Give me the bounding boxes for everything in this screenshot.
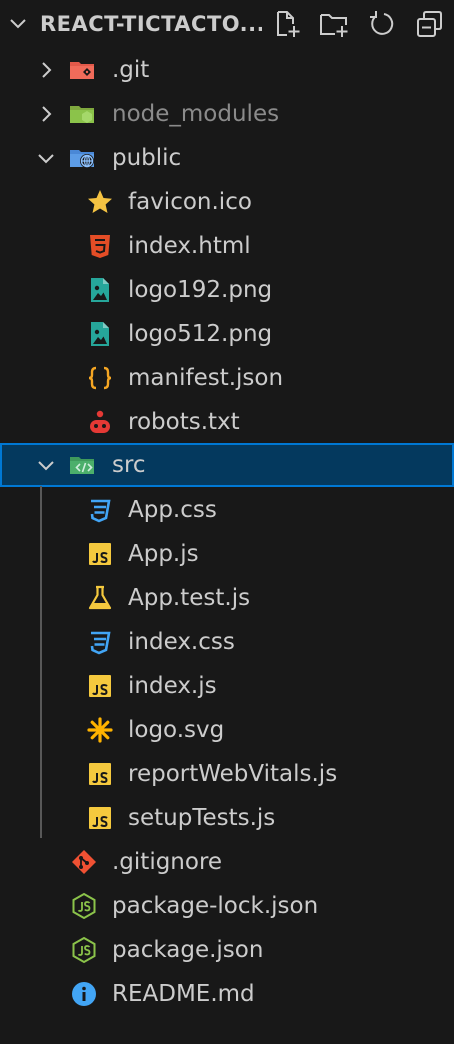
tree-file-gitignore[interactable]: .gitignore: [0, 840, 454, 884]
tree-file-report-web-vitals[interactable]: reportWebVitals.js: [0, 752, 454, 796]
tree-file-logo512[interactable]: logo512.png: [0, 312, 454, 356]
tree-file-app-js[interactable]: App.js: [0, 532, 454, 576]
chevron-down-icon[interactable]: [6, 12, 30, 36]
tree-item-label: node_modules: [112, 101, 280, 127]
workspace-title: REACT-TICTACTO...: [40, 12, 262, 36]
tree-item-label: public: [112, 145, 182, 171]
tree-file-app-test-js[interactable]: App.test.js: [0, 576, 454, 620]
tree-item-label: setupTests.js: [128, 805, 276, 831]
image-icon: [91, 278, 109, 302]
tree-item-label: reportWebVitals.js: [128, 761, 338, 787]
flask-icon: [88, 585, 112, 610]
tree-file-favicon[interactable]: favicon.ico: [0, 180, 454, 224]
tree-item-label: package.json: [112, 937, 264, 963]
public-folder-icon: [70, 150, 94, 168]
tree-item-label: logo192.png: [128, 277, 273, 303]
chevron-right-icon[interactable]: [34, 102, 58, 126]
tree-item-label: App.test.js: [128, 585, 251, 611]
tree-file-manifest[interactable]: manifest.json: [0, 356, 454, 400]
collapse-all-icon[interactable]: [414, 8, 446, 40]
tree-item-label: index.css: [128, 629, 235, 655]
refresh-icon[interactable]: [366, 8, 398, 40]
tree-folder-public[interactable]: public: [0, 136, 454, 180]
json-braces-icon: [88, 366, 112, 390]
node-folder-icon: [70, 106, 94, 123]
chevron-right-icon[interactable]: [34, 58, 58, 82]
tree-item-label: logo512.png: [128, 321, 273, 347]
chevron-down-icon[interactable]: [34, 146, 58, 170]
new-file-icon[interactable]: [270, 8, 302, 40]
robot-icon: [90, 410, 110, 433]
css3-icon: [90, 499, 111, 523]
tree-file-setup-tests[interactable]: setupTests.js: [0, 796, 454, 840]
tree-item-label: index.js: [128, 673, 217, 699]
asterisk-icon: [87, 717, 113, 743]
git-folder-icon: [70, 62, 94, 79]
tree-file-index-html[interactable]: index.html: [0, 224, 454, 268]
tree-file-index-js[interactable]: index.js: [0, 664, 454, 708]
tree-item-label: README.md: [112, 981, 255, 1007]
tree-file-index-css[interactable]: index.css: [0, 620, 454, 664]
tree-item-label: package-lock.json: [112, 893, 319, 919]
tree-item-label: .git: [112, 57, 150, 83]
js-icon: [89, 763, 111, 785]
tree-item-label: manifest.json: [128, 365, 284, 391]
tree-file-readme[interactable]: README.md: [0, 972, 454, 1016]
git-icon: [72, 850, 96, 874]
js-icon: [89, 675, 111, 697]
tree-item-label: favicon.ico: [128, 189, 252, 215]
tree-item-label: index.html: [128, 233, 251, 259]
html5-icon: [90, 235, 110, 258]
tree-item-label: App.js: [128, 541, 199, 567]
tree-file-logo192[interactable]: logo192.png: [0, 268, 454, 312]
src-folder-icon: [70, 457, 94, 474]
tree-file-package-json[interactable]: package.json: [0, 928, 454, 972]
js-icon: [89, 807, 111, 829]
chevron-down-icon[interactable]: [34, 453, 58, 477]
nodejs-icon: [72, 892, 96, 920]
tree-file-robots[interactable]: robots.txt: [0, 400, 454, 444]
star-icon: [88, 190, 112, 213]
new-folder-icon[interactable]: [318, 8, 350, 40]
info-icon: [72, 982, 96, 1006]
tree-folder-node-modules[interactable]: node_modules: [0, 92, 454, 136]
tree-item-label: logo.svg: [128, 717, 225, 743]
js-icon: [89, 543, 111, 565]
tree-item-label: robots.txt: [128, 409, 240, 435]
tree-item-label: .gitignore: [112, 849, 223, 875]
tree-file-logo-svg[interactable]: logo.svg: [0, 708, 454, 752]
tree-file-package-lock[interactable]: package-lock.json: [0, 884, 454, 928]
file-explorer: REACT-TICTACTO... .git node_modules publ…: [0, 0, 454, 1044]
tree-item-label: src: [112, 452, 146, 478]
tree-folder-git[interactable]: .git: [0, 48, 454, 92]
explorer-header[interactable]: REACT-TICTACTO...: [0, 0, 454, 48]
tree-item-label: App.css: [128, 497, 217, 523]
nodejs-icon: [72, 936, 96, 964]
tree-file-app-css[interactable]: App.css: [0, 488, 454, 532]
tree-folder-src[interactable]: src: [0, 443, 454, 487]
css3-icon: [90, 631, 111, 655]
image-icon: [91, 322, 109, 346]
